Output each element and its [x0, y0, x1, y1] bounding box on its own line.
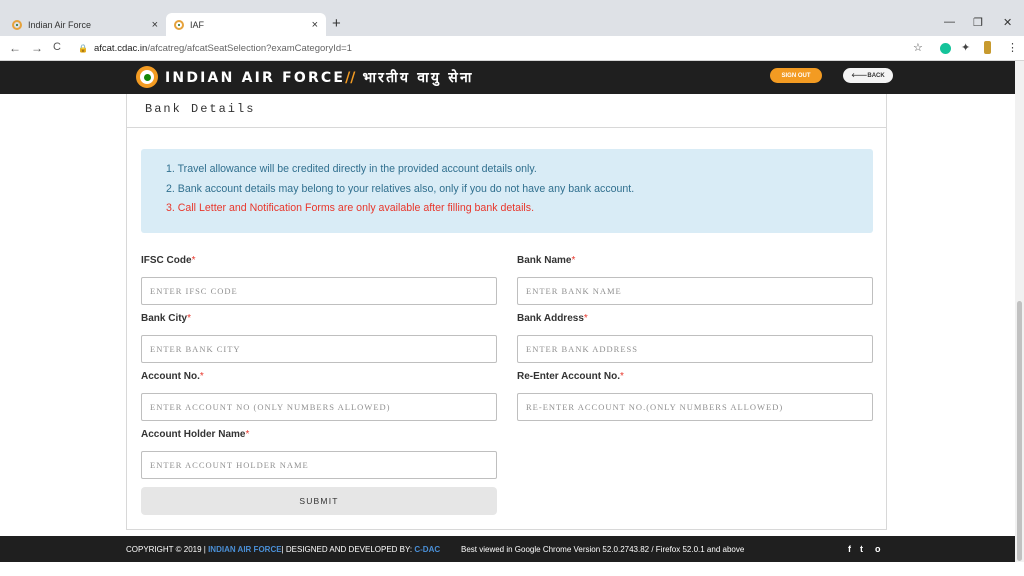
site-favicon-icon [12, 19, 22, 30]
bank-name-input[interactable] [517, 277, 873, 305]
bank-city-label: Bank City* [141, 313, 192, 324]
url-path: /afcatreg/afcatSeatSelection?examCategor… [147, 43, 352, 54]
extensions-icon[interactable]: ✦ [961, 41, 970, 54]
back-arrow-icon: 🡐 [851, 73, 868, 79]
profile-icon[interactable] [984, 41, 991, 54]
account-no-label: Account No.* [141, 371, 204, 382]
account-holder-name-input[interactable] [141, 451, 497, 479]
bank-name-label: Bank Name* [517, 255, 576, 266]
bottom-strip [0, 562, 1024, 576]
card-title: Bank Details [145, 102, 256, 116]
menu-icon[interactable]: ⋮ [1007, 41, 1018, 54]
instagram-icon[interactable]: o [875, 544, 881, 554]
brand-separator: // [345, 70, 356, 86]
lock-icon: 🔒 [78, 44, 88, 53]
submit-button[interactable]: SUBMIT [141, 487, 497, 515]
page-scrollbar[interactable] [1015, 61, 1024, 576]
footer-cdac-link[interactable]: C-DAC [414, 545, 440, 554]
back-button-label: BACK [867, 72, 885, 79]
bank-city-input[interactable] [141, 335, 497, 363]
reenter-account-no-input[interactable] [517, 393, 873, 421]
info-notice: 1. Travel allowance will be credited dir… [141, 149, 873, 233]
tab-title: Indian Air Force [28, 19, 92, 30]
twitter-icon[interactable]: t [860, 544, 863, 554]
site-favicon-icon [174, 19, 184, 30]
notice-item-warning: 3. Call Letter and Notification Forms ar… [166, 202, 535, 214]
account-no-input[interactable] [141, 393, 497, 421]
notice-item: 1. Travel allowance will be credited dir… [166, 163, 537, 175]
scrollbar-thumb[interactable] [1017, 301, 1022, 561]
bank-address-label: Bank Address* [517, 313, 588, 324]
notice-item: 2. Bank account details may belong to yo… [166, 182, 635, 195]
reload-icon[interactable]: C [53, 41, 61, 53]
ifsc-label: IFSC Code* [141, 255, 196, 266]
sign-out-button[interactable]: SIGN OUT [770, 68, 822, 83]
site-brand: INDIAN AIR FORCE// भारतीय वायु सेना [165, 68, 474, 87]
new-tab-icon[interactable]: + [332, 15, 341, 32]
address-bar-row: ← → C 🔒 afcat.cdac.in/afcatreg/afcatSeat… [0, 36, 1024, 61]
account-holder-name-label: Account Holder Name* [141, 429, 250, 440]
browser-tab-bar: Indian Air Force × IAF × + — ❐ ✕ [0, 0, 1024, 36]
star-icon[interactable]: ☆ [913, 41, 923, 54]
brand-hindi: भारतीय वायु सेना [362, 70, 474, 86]
reenter-account-no-label: Re-Enter Account No.* [517, 371, 624, 382]
tab-title: IAF [190, 19, 205, 30]
iaf-roundel-icon [136, 66, 158, 88]
bank-address-input[interactable] [517, 335, 873, 363]
bank-details-card: Bank Details 1. Travel allowance will be… [126, 94, 887, 530]
tab-iaf[interactable]: IAF × [166, 13, 326, 36]
restore-icon[interactable]: ❐ [973, 16, 983, 29]
url-host: afcat.cdac.in [93, 43, 148, 54]
back-button[interactable]: 🡐 BACK [843, 68, 893, 83]
brand-english: INDIAN AIR FORCE [165, 70, 346, 86]
footer-iaf-link[interactable]: INDIAN AIR FORCE [208, 545, 281, 554]
close-window-icon[interactable]: ✕ [1003, 16, 1012, 29]
back-arrow-icon[interactable]: ← [9, 41, 21, 55]
forward-arrow-icon[interactable]: → [31, 41, 43, 55]
url-field[interactable]: 🔒 afcat.cdac.in/afcatreg/afcatSeatSelect… [78, 40, 904, 57]
footer-copyright: COPYRIGHT © 2019 | INDIAN AIR FORCE| DES… [126, 545, 441, 554]
tab-indian-air-force[interactable]: Indian Air Force × [4, 13, 166, 36]
tab-close-icon[interactable]: × [152, 19, 158, 31]
footer-browser-note: Best viewed in Google Chrome Version 52.… [461, 545, 745, 554]
facebook-icon[interactable]: f [848, 544, 851, 554]
card-divider [127, 127, 886, 128]
site-footer: COPYRIGHT © 2019 | INDIAN AIR FORCE| DES… [0, 536, 1015, 562]
minimize-icon[interactable]: — [944, 16, 955, 28]
ifsc-input[interactable] [141, 277, 497, 305]
grammarly-icon[interactable] [940, 43, 951, 54]
tab-close-icon[interactable]: × [312, 19, 318, 31]
